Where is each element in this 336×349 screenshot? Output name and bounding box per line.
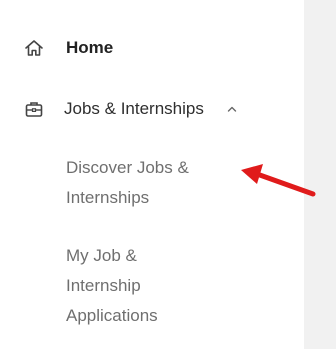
subitem-label-line: Internship: [66, 276, 141, 295]
annotation-arrow-icon: [241, 164, 316, 197]
subitem-label-line: Applications: [66, 306, 158, 325]
subitem-label-line: Internships: [66, 188, 150, 207]
subitem-label-line: Discover Jobs &: [66, 158, 189, 177]
sidebar-item-jobs-internships[interactable]: Jobs & Internships: [22, 97, 238, 121]
home-icon: [22, 36, 46, 60]
sidebar-item-label: Home: [66, 38, 114, 57]
sidebar-item-home[interactable]: Home: [22, 36, 113, 60]
sidebar-subitem-my-applications[interactable]: My Job & Internship Applications: [66, 241, 236, 331]
briefcase-icon: [22, 97, 46, 121]
sidebar-item-label: Jobs & Internships: [64, 99, 204, 118]
chevron-up-icon[interactable]: [226, 103, 238, 115]
sidebar-subitem-discover-jobs[interactable]: Discover Jobs & Internships: [66, 153, 236, 213]
subitem-label-line: My Job &: [66, 246, 137, 265]
